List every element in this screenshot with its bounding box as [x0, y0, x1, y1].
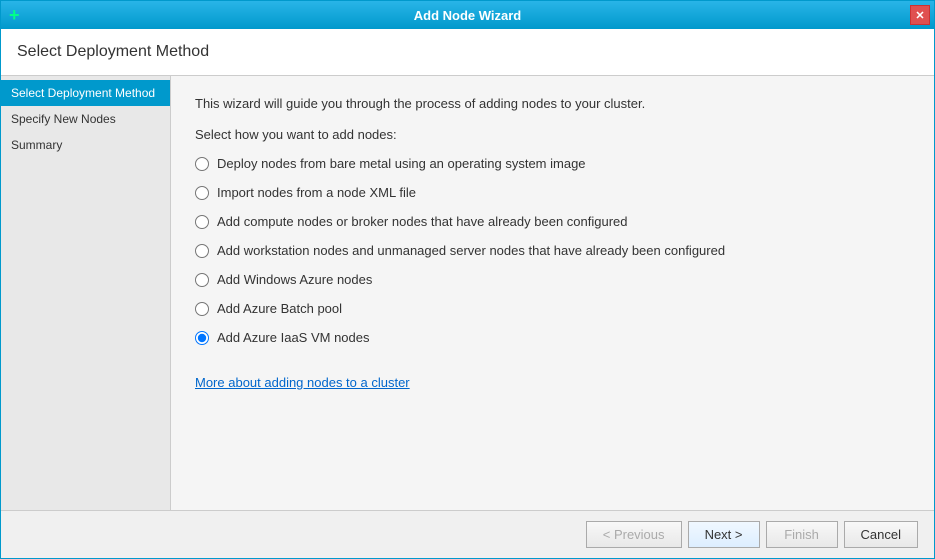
- page-header: Select Deployment Method: [1, 29, 934, 76]
- finish-button[interactable]: Finish: [766, 521, 838, 548]
- option-bare-metal-label: Deploy nodes from bare metal using an op…: [217, 156, 586, 171]
- main-content: Select Deployment Method Specify New Nod…: [1, 76, 934, 510]
- window: + Add Node Wizard ✕ Select Deployment Me…: [0, 0, 935, 559]
- title-bar-left: +: [9, 5, 20, 26]
- option-azure-iaas-label: Add Azure IaaS VM nodes: [217, 330, 369, 345]
- sidebar-item-specify-nodes[interactable]: Specify New Nodes: [1, 106, 170, 132]
- link-section: More about adding nodes to a cluster: [195, 375, 910, 390]
- option-azure-batch-label: Add Azure Batch pool: [217, 301, 342, 316]
- plus-icon: +: [9, 5, 20, 26]
- option-azure-iaas[interactable]: Add Azure IaaS VM nodes: [195, 330, 910, 345]
- cancel-button[interactable]: Cancel: [844, 521, 918, 548]
- option-xml-file[interactable]: Import nodes from a node XML file: [195, 185, 910, 200]
- radio-xml-file[interactable]: [195, 186, 209, 200]
- radio-windows-azure[interactable]: [195, 273, 209, 287]
- option-bare-metal[interactable]: Deploy nodes from bare metal using an op…: [195, 156, 910, 171]
- option-xml-file-label: Import nodes from a node XML file: [217, 185, 416, 200]
- radio-group: Deploy nodes from bare metal using an op…: [195, 156, 910, 345]
- page-title: Select Deployment Method: [17, 43, 209, 60]
- intro-text: This wizard will guide you through the p…: [195, 96, 910, 111]
- content-area: This wizard will guide you through the p…: [171, 76, 934, 510]
- option-compute-broker[interactable]: Add compute nodes or broker nodes that h…: [195, 214, 910, 229]
- radio-compute-broker[interactable]: [195, 215, 209, 229]
- more-link[interactable]: More about adding nodes to a cluster: [195, 375, 410, 390]
- window-title: Add Node Wizard: [414, 8, 522, 23]
- footer: < Previous Next > Finish Cancel: [1, 510, 934, 558]
- select-label: Select how you want to add nodes:: [195, 127, 910, 142]
- radio-bare-metal[interactable]: [195, 157, 209, 171]
- option-windows-azure-label: Add Windows Azure nodes: [217, 272, 372, 287]
- option-compute-broker-label: Add compute nodes or broker nodes that h…: [217, 214, 628, 229]
- option-workstation-label: Add workstation nodes and unmanaged serv…: [217, 243, 725, 258]
- close-button[interactable]: ✕: [910, 5, 930, 25]
- radio-azure-batch[interactable]: [195, 302, 209, 316]
- sidebar-item-select-deployment[interactable]: Select Deployment Method: [1, 80, 170, 106]
- sidebar-item-summary[interactable]: Summary: [1, 132, 170, 158]
- next-button[interactable]: Next >: [688, 521, 760, 548]
- option-windows-azure[interactable]: Add Windows Azure nodes: [195, 272, 910, 287]
- title-bar: + Add Node Wizard ✕: [1, 1, 934, 29]
- sidebar: Select Deployment Method Specify New Nod…: [1, 76, 171, 510]
- radio-workstation[interactable]: [195, 244, 209, 258]
- radio-azure-iaas[interactable]: [195, 331, 209, 345]
- previous-button[interactable]: < Previous: [586, 521, 682, 548]
- option-workstation[interactable]: Add workstation nodes and unmanaged serv…: [195, 243, 910, 258]
- option-azure-batch[interactable]: Add Azure Batch pool: [195, 301, 910, 316]
